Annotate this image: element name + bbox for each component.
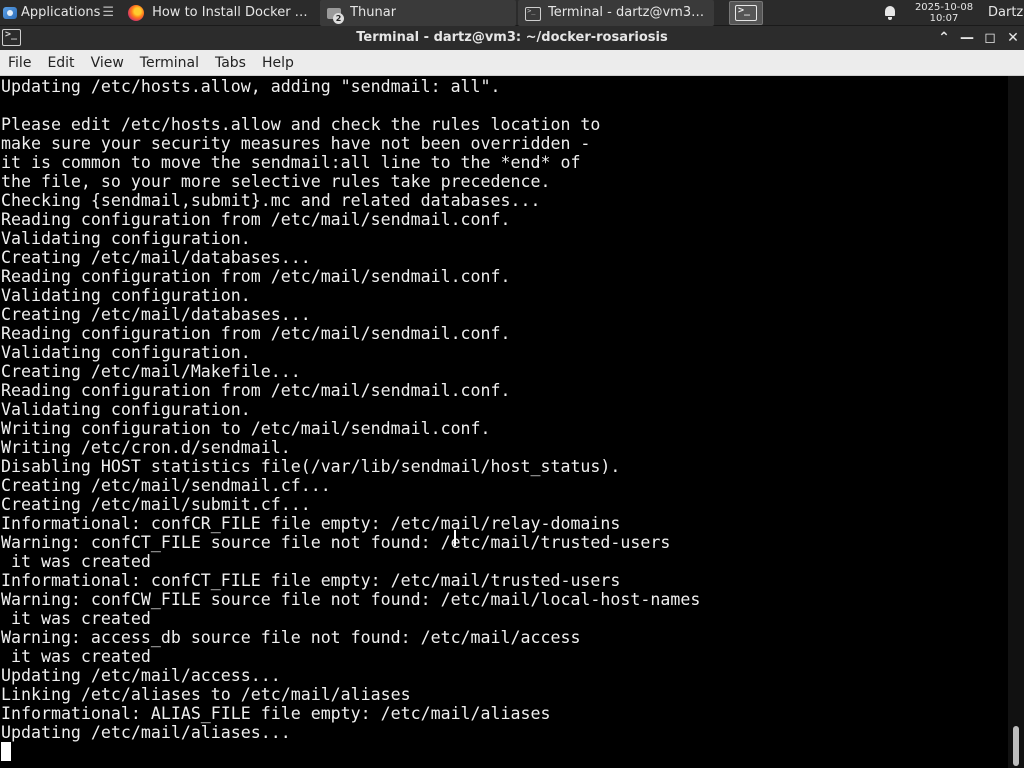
mouse-ibeam-cursor-icon — [452, 530, 458, 546]
minimize-button[interactable]: — — [956, 26, 978, 50]
folder-icon: 2 — [326, 5, 345, 24]
menu-file[interactable]: File — [0, 50, 39, 76]
terminal-line: Writing /etc/cron.d/sendmail. — [1, 438, 291, 457]
shade-button[interactable]: ⌃ — [933, 26, 955, 50]
terminal-icon — [735, 5, 757, 21]
taskbar-item-label: Thunar — [350, 5, 397, 20]
terminal-line: Informational: confCT_FILE file empty: /… — [1, 571, 621, 590]
terminal-line: Validating configuration. — [1, 400, 251, 419]
terminal-line: Creating /etc/mail/databases... — [1, 305, 311, 324]
terminal-line: Reading configuration from /etc/mail/sen… — [1, 324, 511, 343]
clock[interactable]: 2025-10-08 10:07 — [908, 0, 980, 26]
terminal-line: Reading configuration from /etc/mail/sen… — [1, 210, 511, 229]
terminal-line: Creating /etc/mail/Makefile... — [1, 362, 301, 381]
menu-edit[interactable]: Edit — [39, 50, 82, 76]
terminal-line: Disabling HOST statistics file(/var/lib/… — [1, 457, 621, 476]
xfce-logo-icon — [2, 5, 18, 21]
menu-terminal[interactable]: Terminal — [132, 50, 207, 76]
prompt-line — [1, 742, 1008, 761]
menu-help[interactable]: Help — [254, 50, 302, 76]
taskbar-item-label: How to Install Docker o... — [152, 5, 313, 20]
terminal-line: Linking /etc/aliases to /etc/mail/aliase… — [1, 685, 411, 704]
terminal-line: Validating configuration. — [1, 229, 251, 248]
terminal-line: it was created — [1, 552, 151, 571]
terminal-launcher-button[interactable] — [729, 1, 763, 25]
taskbar-item-label: Terminal - dartz@vm3: ... — [548, 5, 709, 20]
terminal-line: Validating configuration. — [1, 286, 251, 305]
terminal-line: Creating /etc/mail/submit.cf... — [1, 495, 311, 514]
close-button[interactable]: ✕ — [1002, 26, 1024, 50]
terminal-line: Reading configuration from /etc/mail/sen… — [1, 381, 511, 400]
terminal-line: Updating /etc/hosts.allow, adding "sendm… — [1, 77, 501, 96]
terminal-line: make sure your security measures have no… — [1, 134, 591, 153]
top-panel: Applications ☰ How to Install Docker o..… — [0, 0, 1024, 26]
terminal-line: Updating /etc/mail/aliases... — [1, 723, 291, 742]
menu-tabs[interactable]: Tabs — [207, 50, 254, 76]
menu-view[interactable]: View — [83, 50, 132, 76]
window-titlebar[interactable]: Terminal - dartz@vm3: ~/docker-rosariosi… — [0, 26, 1024, 50]
terminal-line: Warning: confCW_FILE source file not fou… — [1, 590, 701, 609]
window-title: Terminal - dartz@vm3: ~/docker-rosariosi… — [356, 30, 668, 45]
user-menu[interactable]: Dartz — [988, 0, 1023, 26]
applications-menu-button[interactable]: Applications ☰ — [0, 0, 118, 26]
clock-time: 10:07 — [929, 13, 959, 24]
terminal-line: Validating configuration. — [1, 343, 251, 362]
terminal-scrollbar[interactable] — [1008, 76, 1024, 768]
terminal-line: Creating /etc/mail/databases... — [1, 248, 311, 267]
text-cursor — [1, 742, 11, 761]
maximize-button[interactable]: ◻ — [979, 26, 1001, 50]
taskbar-item-firefox[interactable]: How to Install Docker o... — [122, 0, 318, 26]
terminal-line: it was created — [1, 609, 151, 628]
terminal-lines: Updating /etc/hosts.allow, adding "sendm… — [0, 76, 1008, 761]
terminal-line: Updating /etc/mail/access... — [1, 666, 281, 685]
clock-date: 2025-10-08 — [914, 2, 974, 13]
terminal-icon — [524, 5, 542, 21]
terminal-line: it is common to move the sendmail:all li… — [1, 153, 581, 172]
terminal-line: Creating /etc/mail/sendmail.cf... — [1, 476, 331, 495]
firefox-icon — [128, 4, 145, 21]
window-count-badge: 2 — [333, 12, 345, 24]
terminal-line: Writing configuration to /etc/mail/sendm… — [1, 419, 491, 438]
applications-label: Applications — [21, 5, 101, 20]
scrollbar-thumb[interactable] — [1013, 726, 1019, 766]
terminal-output[interactable]: Updating /etc/hosts.allow, adding "sendm… — [0, 76, 1008, 768]
terminal-line: Reading configuration from /etc/mail/sen… — [1, 267, 511, 286]
notification-bell-icon[interactable] — [882, 5, 898, 21]
menubar: File Edit View Terminal Tabs Help — [0, 50, 1024, 76]
terminal-line: Please edit /etc/hosts.allow and check t… — [1, 115, 601, 134]
terminal-line: Warning: access_db source file not found… — [1, 628, 581, 647]
terminal-line: Informational: confCR_FILE file empty: /… — [1, 514, 621, 533]
terminal-line: it was created — [1, 647, 151, 666]
terminal-line: Checking {sendmail,submit}.mc and relate… — [1, 191, 541, 210]
terminal-line: Warning: confCT_FILE source file not fou… — [1, 533, 671, 552]
terminal-line: the file, so your more selective rules t… — [1, 172, 551, 191]
taskbar-item-thunar[interactable]: 2 Thunar — [320, 0, 517, 26]
terminal-line: Informational: ALIAS_FILE file empty: /e… — [1, 704, 551, 723]
taskbar-item-terminal[interactable]: Terminal - dartz@vm3: ... — [518, 0, 715, 26]
menu-icon: ☰ — [102, 5, 115, 20]
